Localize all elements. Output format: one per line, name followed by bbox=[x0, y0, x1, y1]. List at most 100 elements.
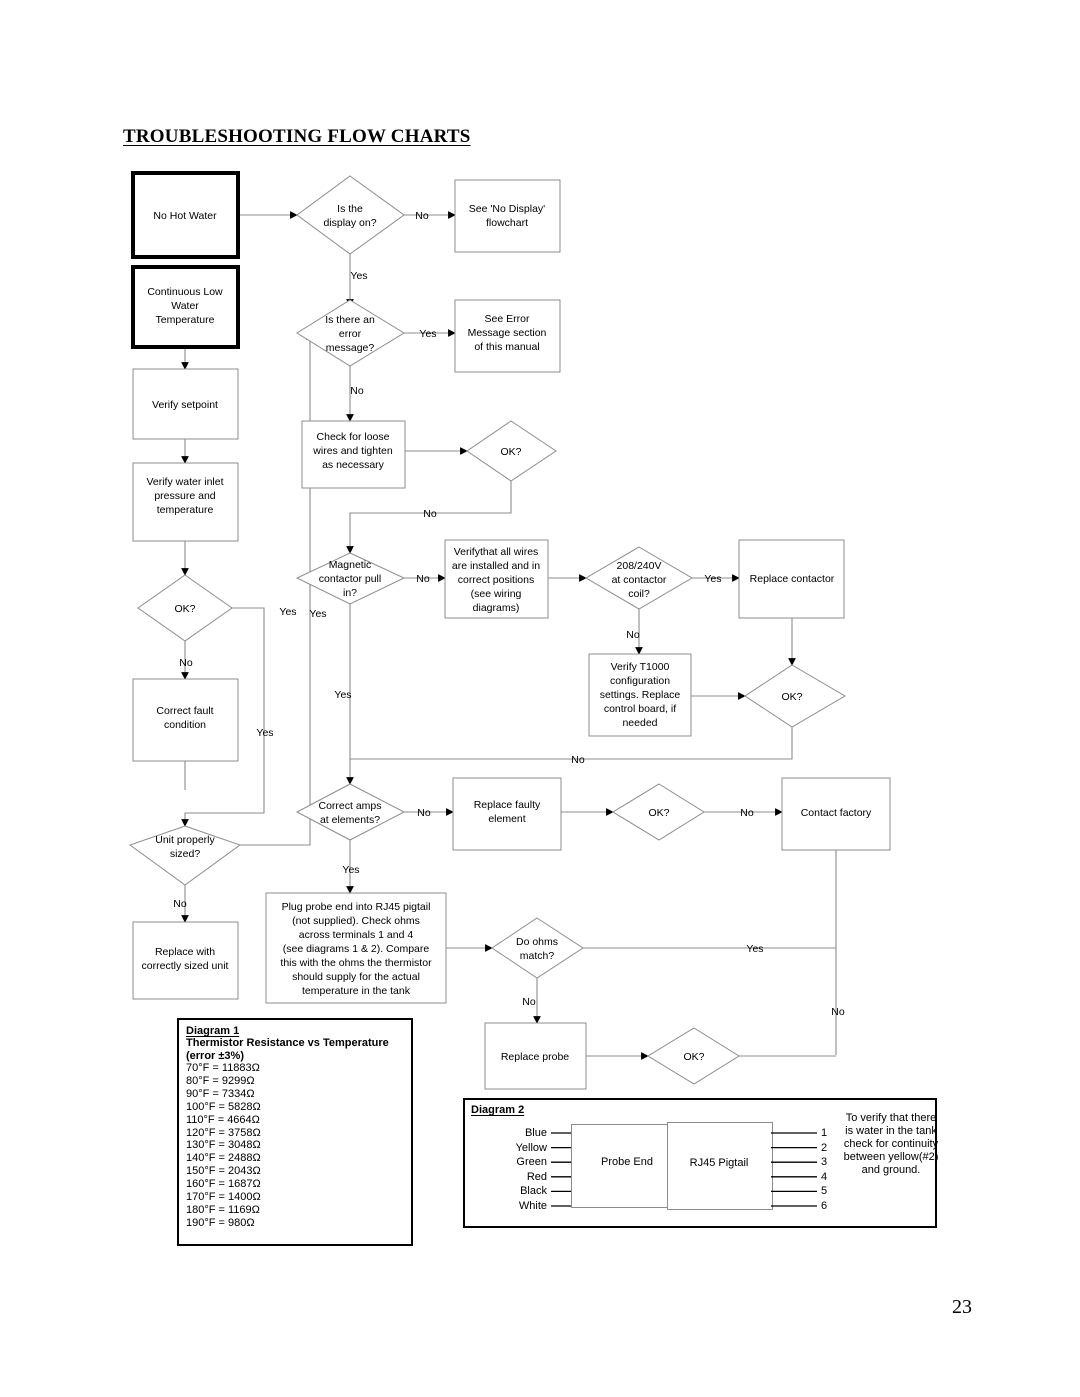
svg-text:message?: message? bbox=[326, 342, 375, 354]
svg-text:are installed and in: are installed and in bbox=[452, 560, 540, 572]
node-replace-faulty-element: Replace faulty element bbox=[452, 777, 562, 851]
svg-text:at contactor: at contactor bbox=[612, 574, 667, 586]
decision-do-ohms-match: Do ohms match? bbox=[491, 917, 584, 979]
node-label: See 'No Display' bbox=[469, 203, 545, 215]
node-label: Correct amps bbox=[318, 800, 381, 812]
diagram-2-panel: Diagram 2 Blue Yellow Green Red Black White 1… bbox=[463, 1098, 938, 1228]
svg-text:Yes: Yes bbox=[334, 689, 351, 701]
resistance-row: 100°F = 5828Ω bbox=[186, 1100, 261, 1113]
decision-voltage-at-contactor-coil: 208/240V at contactor coil? bbox=[585, 546, 693, 610]
diagram-2-wire-lines bbox=[551, 1132, 817, 1207]
node-label: Check for loose bbox=[317, 431, 390, 443]
svg-text:Yes: Yes bbox=[309, 608, 326, 620]
svg-text:match?: match? bbox=[520, 950, 555, 962]
svg-text:sized?: sized? bbox=[170, 848, 201, 860]
svg-text:(see diagrams 1 & 2). Compare: (see diagrams 1 & 2). Compare bbox=[283, 943, 430, 955]
node-verify-t1000-configuration: Verify T1000 configuration settings. Rep… bbox=[588, 653, 692, 737]
svg-text:No: No bbox=[423, 508, 437, 520]
svg-text:settings. Replace: settings. Replace bbox=[600, 689, 681, 701]
node-replace-probe: Replace probe bbox=[484, 1022, 587, 1090]
svg-text:this with the ohms the thermis: this with the ohms the thermistor bbox=[280, 957, 432, 969]
svg-text:Yes: Yes bbox=[419, 328, 436, 340]
svg-text:control board, if: control board, if bbox=[604, 703, 676, 715]
svg-text:temperature: temperature bbox=[157, 504, 214, 516]
diagram-1-subtitle: Thermistor Resistance vs Temperature bbox=[186, 1037, 389, 1049]
svg-text:correctly sized unit: correctly sized unit bbox=[142, 960, 229, 972]
node-check-for-loose-wires: Check for loose wires and tighten as nec… bbox=[301, 420, 406, 489]
diagram-1-error-note: (error ±3%) bbox=[186, 1049, 244, 1062]
svg-text:Water: Water bbox=[171, 300, 199, 312]
node-label: Continuous Low bbox=[147, 286, 223, 298]
svg-text:No: No bbox=[571, 754, 585, 766]
node-label: Replace probe bbox=[501, 1051, 569, 1063]
node-label: OK? bbox=[781, 691, 802, 703]
svg-text:Message section: Message section bbox=[468, 327, 547, 339]
decision-is-there-error-message: Is there an error message? bbox=[296, 299, 405, 367]
svg-text:of this manual: of this manual bbox=[474, 341, 539, 353]
svg-text:No: No bbox=[740, 807, 754, 819]
node-label: OK? bbox=[648, 807, 669, 819]
resistance-row: 160°F = 1687Ω bbox=[186, 1178, 261, 1191]
svg-text:correct positions: correct positions bbox=[458, 574, 534, 586]
svg-text:across terminals 1 and 4: across terminals 1 and 4 bbox=[299, 929, 414, 941]
resistance-row: 190°F = 980Ω bbox=[186, 1216, 255, 1229]
svg-text:(see wiring: (see wiring bbox=[471, 588, 522, 600]
svg-text:in?: in? bbox=[343, 587, 357, 599]
document-page: TROUBLESHOOTING FLOW CHARTS No Hot Water… bbox=[0, 0, 1080, 1397]
node-label: Magnetic bbox=[329, 559, 372, 571]
resistance-row: 80°F = 9299Ω bbox=[186, 1075, 255, 1088]
node-label: Verifythat all wires bbox=[454, 546, 539, 558]
svg-text:contactor pull: contactor pull bbox=[319, 573, 381, 585]
node-replace-contactor: Replace contactor bbox=[738, 539, 845, 619]
svg-text:should supply for the actual: should supply for the actual bbox=[292, 971, 420, 983]
page-number: 23 bbox=[952, 1296, 972, 1318]
svg-text:error: error bbox=[339, 328, 362, 340]
resistance-row: 150°F = 2043Ω bbox=[186, 1165, 261, 1178]
svg-text:No: No bbox=[417, 807, 431, 819]
resistance-row: 180°F = 1169Ω bbox=[186, 1203, 260, 1216]
svg-text:Yes: Yes bbox=[256, 727, 273, 739]
svg-text:needed: needed bbox=[622, 717, 657, 729]
decision-ok-3: OK? bbox=[744, 664, 846, 728]
svg-text:No: No bbox=[179, 657, 193, 669]
node-correct-fault-condition: Correct fault condition bbox=[132, 678, 239, 762]
decision-is-display-on: Is the display on? bbox=[296, 175, 405, 255]
node-see-no-display-flowchart: See 'No Display' flowchart bbox=[454, 179, 561, 253]
node-label: OK? bbox=[683, 1051, 704, 1063]
node-continuous-low-water-temperature: Continuous Low Water Temperature bbox=[131, 265, 240, 349]
node-replace-with-correctly-sized-unit: Replace with correctly sized unit bbox=[132, 921, 239, 1000]
decision-correct-amps-at-elements: Correct amps at elements? bbox=[295, 783, 406, 841]
svg-text:Yes: Yes bbox=[279, 606, 296, 618]
svg-text:element: element bbox=[488, 813, 525, 825]
node-contact-factory: Contact factory bbox=[781, 777, 891, 851]
node-label: Verify T1000 bbox=[611, 661, 670, 673]
node-label: Contact factory bbox=[801, 807, 872, 819]
resistance-row: 130°F = 3048Ω bbox=[186, 1139, 261, 1152]
node-label: No Hot Water bbox=[153, 210, 217, 222]
decision-magnetic-contactor-pull-in: Magnetic contactor pull in? bbox=[295, 552, 406, 605]
svg-text:flowchart: flowchart bbox=[486, 217, 528, 229]
svg-text:condition: condition bbox=[164, 719, 206, 731]
svg-text:pressure and: pressure and bbox=[154, 490, 215, 502]
resistance-row: 170°F = 1400Ω bbox=[186, 1190, 261, 1203]
svg-text:wires and tighten: wires and tighten bbox=[312, 445, 393, 457]
node-label: OK? bbox=[500, 446, 521, 458]
svg-text:configuration: configuration bbox=[610, 675, 670, 687]
node-label: OK? bbox=[174, 603, 195, 615]
svg-text:Yes: Yes bbox=[342, 864, 359, 876]
svg-text:display on?: display on? bbox=[323, 217, 376, 229]
node-label: Verify setpoint bbox=[152, 399, 218, 411]
svg-text:No: No bbox=[831, 1006, 845, 1018]
node-label: Do ohms bbox=[516, 936, 558, 948]
decision-ok-5: OK? bbox=[647, 1027, 740, 1085]
resistance-row: 120°F = 3758Ω bbox=[186, 1126, 261, 1139]
node-label: Replace contactor bbox=[750, 573, 835, 585]
decision-ok-2: OK? bbox=[466, 420, 557, 482]
diagram-1-panel: Diagram 1 Thermistor Resistance vs Tempe… bbox=[177, 1018, 413, 1246]
svg-text:Temperature: Temperature bbox=[156, 314, 215, 326]
decision-unit-properly-sized: Unit properly sized? bbox=[128, 825, 242, 886]
node-label: Is there an bbox=[325, 314, 375, 326]
node-label: Verify water inlet bbox=[146, 476, 223, 488]
resistance-row: 140°F = 2488Ω bbox=[186, 1152, 261, 1165]
svg-text:Yes: Yes bbox=[746, 943, 763, 955]
